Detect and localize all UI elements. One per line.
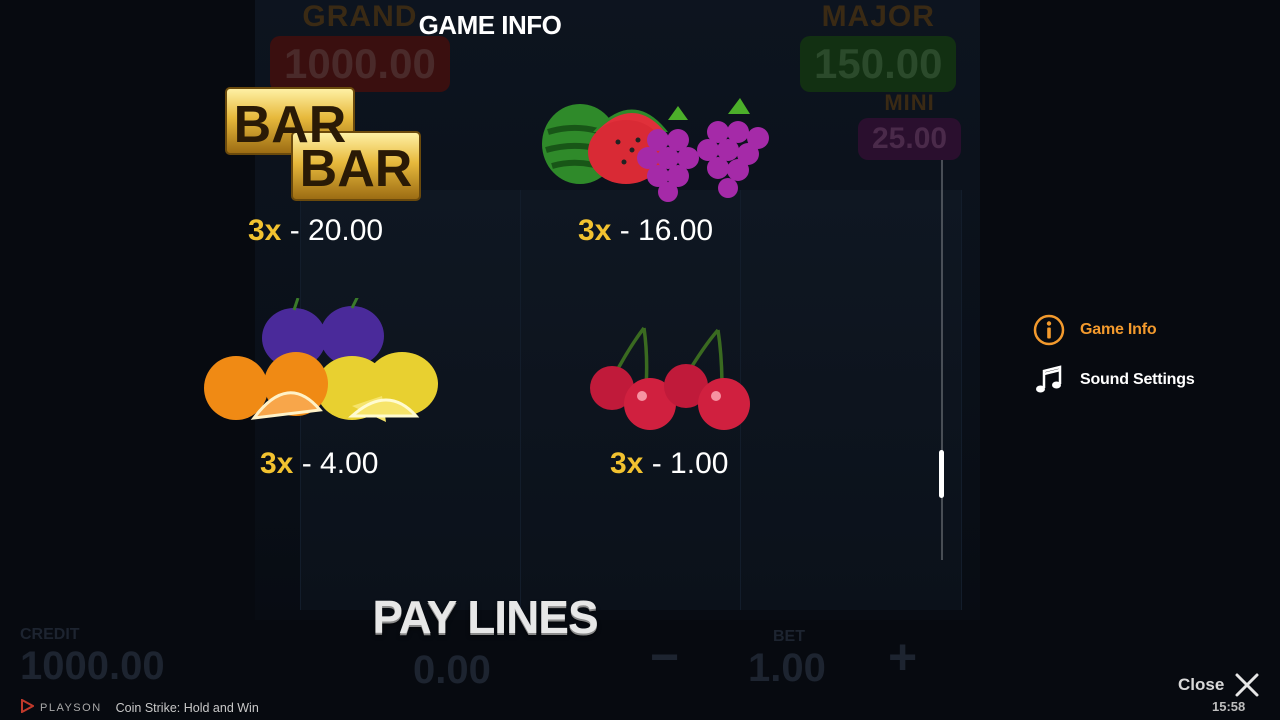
brand-name: PLAYSON — [40, 701, 102, 714]
play-logo-icon — [20, 698, 36, 716]
pay-lines-heading: PAY LINES — [372, 591, 598, 643]
payout-value: - 1.00 — [651, 447, 729, 480]
page-title: GAME INFO — [418, 10, 562, 40]
payout-plums-oranges-lemons: 3x - 4.00 — [260, 447, 378, 481]
menu-item-label: Game Info — [1080, 321, 1157, 338]
watermelon-grapes-symbol — [538, 92, 778, 209]
close-button[interactable]: Close — [1178, 672, 1260, 698]
multiplier: 3x — [260, 447, 294, 480]
mini-jackpot: MINI 25.00 — [858, 90, 962, 160]
bet-decrease-button: − — [650, 629, 680, 685]
payout-value: - 20.00 — [289, 214, 384, 247]
multiplier: 3x — [610, 447, 644, 480]
menu-item-label: Sound Settings — [1080, 371, 1195, 388]
payout-value: - 4.00 — [301, 447, 379, 480]
bet-increase-button: + — [888, 629, 918, 685]
payout-watermelon-grapes: 3x - 16.00 — [578, 214, 713, 248]
scrollbar-thumb[interactable] — [939, 450, 944, 498]
game-name: Coin Strike: Hold and Win — [115, 700, 259, 715]
clock: 15:58 — [1212, 699, 1246, 714]
footer: PLAYSON Coin Strike: Hold and Win — [20, 698, 259, 716]
payout-value: - 16.00 — [619, 214, 714, 247]
menu-item-sound-settings[interactable]: Sound Settings — [1032, 363, 1195, 397]
bet-display: BET 1.00 — [748, 628, 826, 690]
win-display: 0.00 — [413, 648, 491, 692]
multiplier: 3x — [248, 214, 282, 247]
major-jackpot: MAJOR 150.00 — [800, 0, 957, 92]
bar-symbol: BAR BAR — [222, 84, 424, 209]
close-icon — [1234, 672, 1260, 698]
cherries-symbol — [586, 326, 758, 441]
bar-text: BAR — [300, 140, 413, 198]
scrollbar-track[interactable] — [941, 160, 943, 560]
reel — [740, 190, 962, 610]
close-label: Close — [1178, 675, 1225, 694]
info-icon — [1032, 313, 1066, 347]
credit-display: CREDIT 1000.00 — [20, 626, 165, 688]
brand-logo: PLAYSON — [20, 698, 102, 716]
payout-bar: 3x - 20.00 — [248, 214, 383, 248]
payout-cherries: 3x - 1.00 — [610, 447, 728, 481]
menu-item-game-info[interactable]: Game Info — [1032, 313, 1157, 347]
multiplier: 3x — [578, 214, 612, 247]
plums-oranges-lemons-symbol — [202, 295, 444, 443]
music-note-icon — [1032, 363, 1066, 397]
